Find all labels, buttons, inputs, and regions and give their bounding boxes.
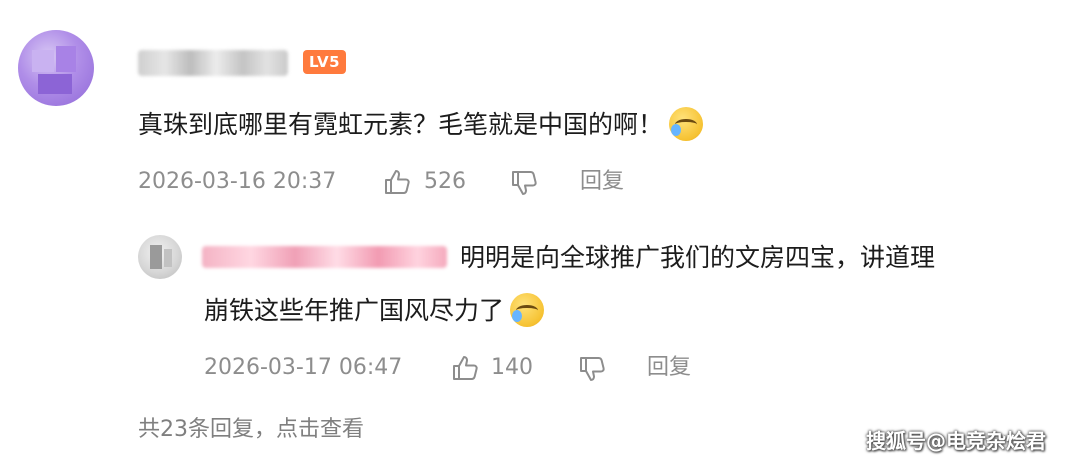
reply-text-line1: 明明是向全球推广我们的文房四宝，讲道理	[460, 243, 936, 272]
thumbs-up-icon[interactable]	[382, 167, 412, 201]
username-blurred[interactable]	[138, 50, 288, 76]
comment-text-content: 真珠到底哪里有霓虹元素？毛笔就是中国的啊！	[138, 110, 664, 139]
avatar-pixel	[164, 249, 172, 267]
view-more-replies-link[interactable]: 共23条回复，点击查看	[138, 416, 364, 444]
avatar-pixel	[32, 50, 54, 72]
comment-thread: LV5 真珠到底哪里有霓虹元素？毛笔就是中国的啊！ 2026-03-16 20:…	[0, 0, 1068, 464]
thumbs-down-icon[interactable]	[577, 354, 607, 388]
reply-timestamp: 2026-03-17 06:47	[204, 355, 403, 380]
comment-text: 真珠到底哪里有霓虹元素？毛笔就是中国的啊！	[138, 107, 704, 143]
laugh-cry-emoji-icon	[510, 293, 545, 327]
laugh-cry-emoji-icon	[669, 107, 704, 141]
comment-timestamp: 2026-03-16 20:37	[138, 169, 337, 194]
thumbs-up-icon[interactable]	[450, 353, 480, 387]
avatar-pixel	[56, 46, 76, 72]
reply-text-line2: 崩铁这些年推广国风尽力了	[204, 293, 545, 329]
reply-button[interactable]: 回复	[580, 168, 624, 196]
avatar-pixel	[150, 245, 162, 269]
reply-avatar[interactable]	[138, 235, 182, 279]
reply-username-blurred[interactable]	[202, 246, 447, 268]
avatar[interactable]	[18, 30, 94, 106]
reply-button[interactable]: 回复	[647, 354, 691, 382]
watermark: 搜狐号@电竞杂烩君	[866, 429, 1046, 453]
thumbs-down-icon[interactable]	[509, 168, 539, 202]
reply-text-content: 崩铁这些年推广国风尽力了	[204, 296, 505, 325]
like-count: 140	[491, 355, 533, 380]
like-count: 526	[424, 169, 466, 194]
avatar-pixel	[38, 74, 72, 94]
level-badge: LV5	[303, 50, 347, 74]
